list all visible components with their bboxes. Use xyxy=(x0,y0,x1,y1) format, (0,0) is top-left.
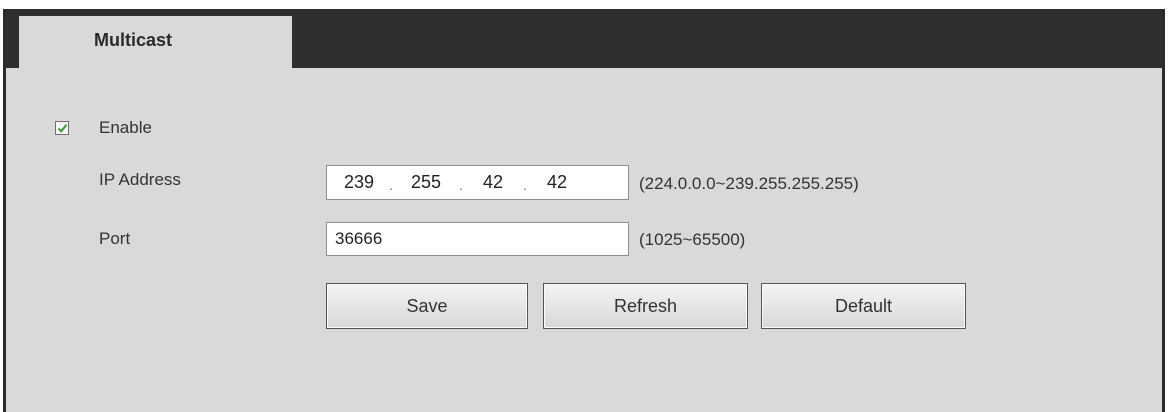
ip-octet-4[interactable]: 42 xyxy=(531,172,583,193)
port-input[interactable]: 36666 xyxy=(326,222,629,256)
save-button-label: Save xyxy=(406,295,448,316)
enable-checkbox[interactable] xyxy=(55,121,69,135)
ip-octet-2[interactable]: 255 xyxy=(397,172,455,193)
ip-octet-3[interactable]: 42 xyxy=(467,172,519,193)
ip-separator: . xyxy=(523,176,527,193)
port-value: 36666 xyxy=(335,229,383,248)
ip-separator: . xyxy=(459,176,463,193)
ip-separator: . xyxy=(389,176,393,193)
tab-label: Multicast xyxy=(94,30,173,50)
save-button[interactable]: Save xyxy=(326,283,528,329)
ip-address-field[interactable]: 239 . 255 . 42 . 42 xyxy=(326,165,629,200)
enable-row: Enable xyxy=(55,117,152,139)
default-button-label: Default xyxy=(834,295,893,316)
ip-address-label: IP Address xyxy=(99,170,181,189)
default-button[interactable]: Default xyxy=(761,283,966,329)
ip-octet-1[interactable]: 239 xyxy=(333,172,385,193)
tab-multicast[interactable]: Multicast xyxy=(19,16,292,68)
checkmark-icon xyxy=(57,124,68,133)
refresh-button[interactable]: Refresh xyxy=(543,283,748,329)
refresh-button-label: Refresh xyxy=(613,295,678,316)
multicast-panel: Multicast Enable IP Address 239 . 255 . … xyxy=(3,9,1165,412)
ip-address-range-hint: (224.0.0.0~239.255.255.255) xyxy=(639,174,859,193)
enable-label: Enable xyxy=(99,118,152,137)
port-label: Port xyxy=(99,229,131,248)
port-range-hint: (1025~65500) xyxy=(639,230,746,249)
